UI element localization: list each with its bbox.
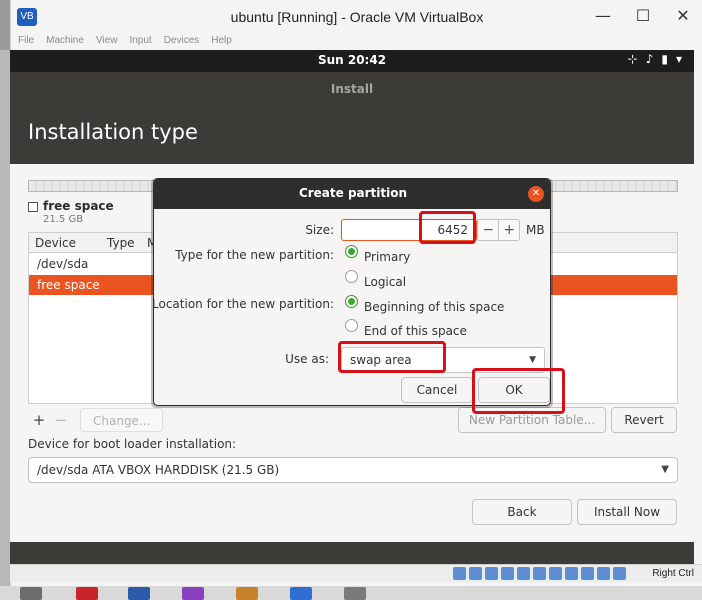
col-device[interactable]: Device bbox=[35, 236, 76, 250]
gnome-top-bar: Sun 20:42 ⊹ ♪ ▮ ▾ bbox=[10, 50, 694, 72]
row-device: /dev/sda bbox=[37, 257, 89, 271]
radio-logical-label: Logical bbox=[364, 275, 407, 289]
dialog-title: Create partition bbox=[298, 186, 408, 200]
status-icons bbox=[453, 567, 626, 580]
type-label: Type for the new partition: bbox=[175, 248, 334, 262]
minimize-button[interactable]: — bbox=[583, 0, 623, 34]
network-icon: ⊹ bbox=[627, 52, 638, 66]
shared-folder-icon[interactable] bbox=[533, 567, 546, 580]
legend-name: free space bbox=[43, 199, 114, 213]
hdd-icon[interactable] bbox=[453, 567, 466, 580]
maximize-button[interactable]: ☐ bbox=[623, 0, 663, 34]
create-partition-dialog: Create partition ✕ Size: 6452 − + MB Typ… bbox=[153, 178, 551, 406]
remove-partition-button[interactable]: − bbox=[50, 409, 72, 431]
row-device: free space bbox=[37, 278, 100, 292]
close-window-button[interactable]: ✕ bbox=[663, 0, 702, 34]
change-partition-button[interactable]: Change... bbox=[80, 408, 164, 432]
size-label: Size: bbox=[305, 223, 334, 237]
volume-icon: ♪ bbox=[645, 52, 654, 66]
cancel-button[interactable]: Cancel bbox=[401, 377, 473, 403]
location-label: Location for the new partition: bbox=[153, 297, 334, 311]
mouse-integration-icon[interactable] bbox=[597, 567, 610, 580]
vbox-status-bar: Right Ctrl bbox=[10, 564, 702, 582]
radio-unselected-icon bbox=[345, 318, 358, 332]
menu-devices[interactable]: Devices bbox=[164, 34, 200, 50]
legend-size: 21.5 GB bbox=[43, 214, 84, 225]
radio-end-label: End of this space bbox=[364, 324, 467, 338]
window-controls: — ☐ ✕ bbox=[583, 0, 702, 34]
menu-input[interactable]: Input bbox=[129, 34, 151, 50]
installer-footer bbox=[10, 542, 694, 564]
cpu-icon[interactable] bbox=[581, 567, 594, 580]
taskbar-app-icon[interactable] bbox=[20, 587, 42, 600]
taskbar-app-icon[interactable] bbox=[236, 587, 258, 600]
menu-arrow-icon: ▾ bbox=[675, 52, 682, 66]
radio-selected-icon bbox=[345, 244, 358, 258]
system-tray[interactable]: ⊹ ♪ ▮ ▾ bbox=[628, 52, 682, 66]
battery-icon: ▮ bbox=[661, 52, 668, 66]
decrement-button[interactable]: − bbox=[478, 220, 498, 240]
close-icon[interactable]: ✕ bbox=[528, 186, 544, 202]
screen: VB ubuntu [Running] - Oracle VM VirtualB… bbox=[0, 0, 702, 600]
recording-icon[interactable] bbox=[565, 567, 578, 580]
taskbar-app-icon[interactable] bbox=[344, 587, 366, 600]
window-titlebar: VB ubuntu [Running] - Oracle VM VirtualB… bbox=[11, 0, 702, 34]
word-icon[interactable] bbox=[290, 587, 312, 600]
partition-toolbar: + − Change... bbox=[28, 407, 164, 433]
chevron-down-icon: ▼ bbox=[529, 355, 536, 365]
menu-machine[interactable]: Machine bbox=[46, 34, 84, 50]
boot-loader-label: Device for boot loader installation: bbox=[28, 437, 237, 451]
add-partition-button[interactable]: + bbox=[28, 409, 50, 431]
installer-app-name: Install bbox=[330, 82, 374, 96]
chevron-down-icon: ▼ bbox=[661, 464, 669, 475]
installer-header: Install Installation type bbox=[10, 72, 694, 164]
col-type[interactable]: Type bbox=[107, 236, 135, 250]
host-taskbar bbox=[0, 586, 702, 600]
audio-icon[interactable] bbox=[485, 567, 498, 580]
clock[interactable]: Sun 20:42 bbox=[10, 53, 694, 67]
radio-unselected-icon bbox=[345, 269, 358, 283]
size-unit: MB bbox=[526, 223, 545, 237]
use-as-label: Use as: bbox=[285, 352, 329, 366]
boot-loader-value: /dev/sda ATA VBOX HARDDISK (21.5 GB) bbox=[37, 463, 280, 477]
radio-primary-label: Primary bbox=[364, 250, 411, 264]
menu-help[interactable]: Help bbox=[211, 34, 232, 50]
boot-loader-select[interactable]: /dev/sda ATA VBOX HARDDISK (21.5 GB) ▼ bbox=[28, 457, 678, 483]
dialog-titlebar: Create partition ✕ bbox=[154, 179, 550, 209]
radio-beginning-label: Beginning of this space bbox=[364, 300, 505, 314]
use-as-select[interactable]: swap area ▼ bbox=[341, 347, 545, 373]
optical-icon[interactable] bbox=[469, 567, 482, 580]
usb-icon[interactable] bbox=[517, 567, 530, 580]
legend-swatch bbox=[28, 202, 38, 212]
install-now-button[interactable]: Install Now bbox=[577, 499, 677, 525]
size-input[interactable]: 6452 bbox=[341, 219, 477, 241]
menu-view[interactable]: View bbox=[96, 34, 118, 50]
increment-button[interactable]: + bbox=[498, 220, 519, 240]
taskbar-app-icon[interactable] bbox=[182, 587, 204, 600]
size-value: 6452 bbox=[437, 223, 468, 237]
menu-file[interactable]: File bbox=[18, 34, 34, 50]
display-icon[interactable] bbox=[549, 567, 562, 580]
new-partition-table-button[interactable]: New Partition Table... bbox=[458, 407, 606, 433]
opera-icon[interactable] bbox=[76, 587, 98, 600]
ok-button[interactable]: OK bbox=[478, 377, 550, 403]
host-desktop-edge bbox=[0, 50, 10, 586]
back-button[interactable]: Back bbox=[472, 499, 572, 525]
taskbar-app-icon[interactable] bbox=[128, 587, 150, 600]
use-as-value: swap area bbox=[350, 353, 412, 367]
radio-selected-icon bbox=[345, 294, 358, 308]
page-title: Installation type bbox=[28, 120, 198, 144]
size-stepper: − + bbox=[477, 219, 520, 241]
host-key-label: Right Ctrl bbox=[652, 568, 694, 579]
revert-button[interactable]: Revert bbox=[611, 407, 677, 433]
network-icon[interactable] bbox=[501, 567, 514, 580]
vbox-menubar: File Machine View Input Devices Help bbox=[11, 34, 702, 50]
keyboard-icon[interactable] bbox=[613, 567, 626, 580]
